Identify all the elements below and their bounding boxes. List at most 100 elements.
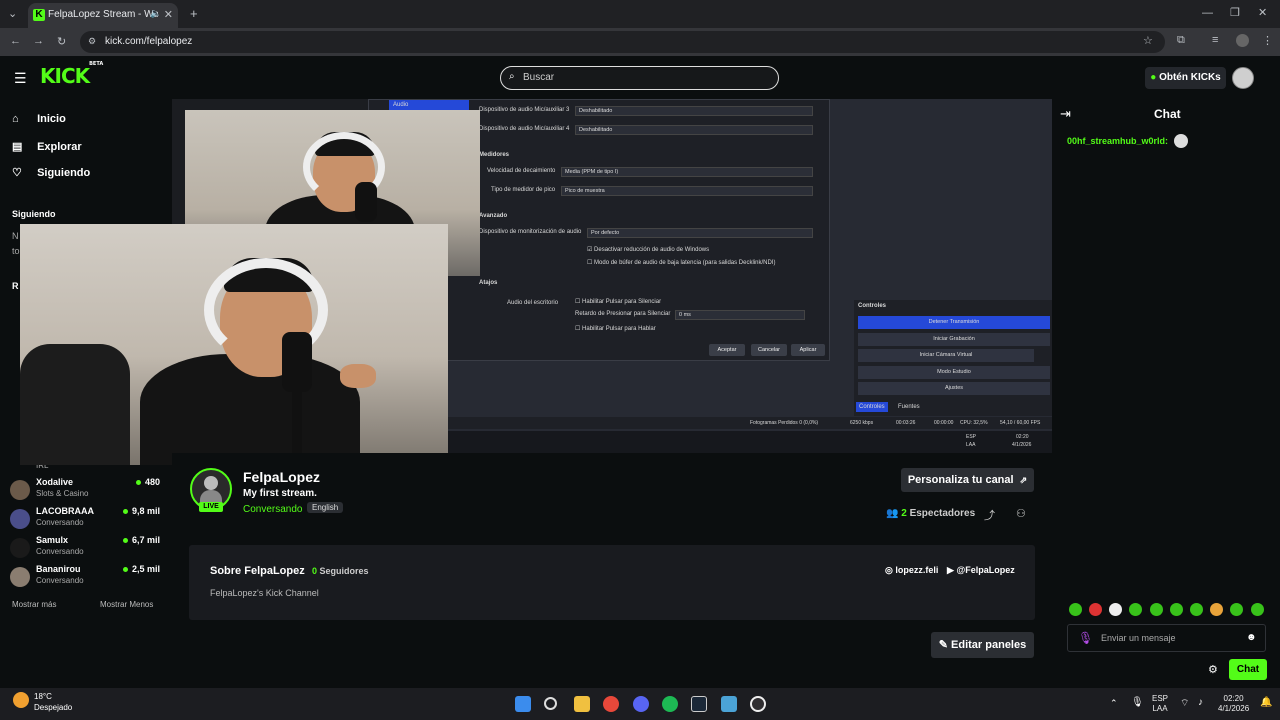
obs-text: ESP xyxy=(966,434,977,440)
youtube-link[interactable]: ▶ @FelpaLopez xyxy=(947,565,1015,576)
weather-icon[interactable] xyxy=(13,692,29,708)
language-tag[interactable]: English xyxy=(307,502,344,513)
chat-username[interactable]: 00hf_streamhub_w0rld: xyxy=(1067,136,1168,146)
gear-icon[interactable]: ⚙ xyxy=(1208,663,1218,676)
emote-icon[interactable] xyxy=(1089,603,1102,616)
minimize-icon[interactable]: — xyxy=(1202,7,1213,19)
obs-ok-button: Aceptar xyxy=(709,344,745,356)
obs-text: 54,10 / 60,00 FPS xyxy=(1000,420,1041,426)
discord-icon[interactable] xyxy=(633,696,649,712)
notification-icon[interactable]: 🔔 xyxy=(1260,697,1272,708)
star-icon[interactable]: ☆ xyxy=(1143,34,1153,47)
live-badge: LIVE xyxy=(199,502,223,512)
share-icon[interactable]: ⤴ xyxy=(984,507,995,523)
channel-description: FelpaLopez's Kick Channel xyxy=(210,588,319,598)
get-kicks-button[interactable]: ● Obtén KICKs xyxy=(1145,67,1226,89)
emoji-icon[interactable]: ☻ xyxy=(1246,632,1257,643)
obs-text: Audio del escritorio xyxy=(507,300,559,306)
emote-icon[interactable] xyxy=(1129,603,1142,616)
sidebar-item-inicio[interactable]: ⌂ Inicio xyxy=(12,113,66,125)
menu-icon[interactable]: ⋮ xyxy=(1262,34,1273,47)
search-placeholder: Buscar xyxy=(523,72,555,83)
extensions-icon[interactable]: ⧉ xyxy=(1177,34,1185,47)
wifi-icon[interactable]: ⌔ xyxy=(1180,697,1189,710)
obs-text: ☐ Habilitar Pulsar para Hablar xyxy=(575,326,656,332)
sidebar-channel[interactable]: Xodalive Slots & Casino 480 xyxy=(10,477,160,503)
hamburger-icon[interactable]: ☰ xyxy=(14,70,27,87)
emote-icon[interactable] xyxy=(1069,603,1082,616)
person-hand xyxy=(340,364,376,388)
emote-icon[interactable] xyxy=(1251,603,1264,616)
site-info-icon[interactable]: ⚙ xyxy=(88,36,96,47)
layout-text: LAA xyxy=(1152,704,1168,713)
user-avatar[interactable] xyxy=(1232,67,1254,89)
live-dot xyxy=(122,567,128,573)
maximize-icon[interactable]: ❐ xyxy=(1230,6,1240,19)
sidebar-channel[interactable]: Samulx Conversando 6,7 mil xyxy=(10,535,160,561)
profile-icon[interactable] xyxy=(1236,34,1249,47)
language-indicator[interactable]: ESP LAA xyxy=(1152,694,1168,714)
sidebar-item-siguiendo[interactable]: ♡ Siguiendo xyxy=(12,166,90,179)
kick-logo[interactable]: KICKBETA xyxy=(40,61,103,88)
channel-name[interactable]: FelpaLopez xyxy=(243,469,320,485)
collapse-chat-icon[interactable]: ⇥ xyxy=(1060,106,1071,122)
obs-text: Habilitar Pulsar para Silenciar xyxy=(582,299,662,305)
sidebar-channel[interactable]: LACOBRAAA Conversando 9,8 mil xyxy=(10,506,160,532)
search-input[interactable]: ⌕ Buscar xyxy=(500,66,779,90)
channel-avatar xyxy=(10,538,30,558)
windows-start-icon[interactable] xyxy=(515,696,531,712)
clock[interactable]: 02:20 4/1/2026 xyxy=(1218,694,1249,714)
emote-icon[interactable] xyxy=(1230,603,1243,616)
mute-tab-icon[interactable]: 🔈 xyxy=(150,8,161,19)
emote-icon[interactable] xyxy=(1150,603,1163,616)
back-icon[interactable]: ← xyxy=(10,35,21,47)
channel-category: Conversando xyxy=(36,576,84,585)
obs-select: Media (PPM de tipo I) xyxy=(561,167,813,177)
stream-category[interactable]: Conversando xyxy=(243,504,302,515)
url-field[interactable]: ⚙ kick.com/felpalopez xyxy=(80,31,1165,53)
volume-icon[interactable]: ♪ xyxy=(1198,697,1203,708)
obs-text: Dispositivo de audio Mic/auxiliar 3 xyxy=(479,107,570,113)
microphone-icon[interactable]: 🎙 xyxy=(1078,631,1093,645)
customize-channel-button[interactable]: Personaliza tu canal ⇗ xyxy=(901,468,1034,492)
chat-input[interactable]: 🎙 Enviar un mensaje ☻ xyxy=(1067,624,1266,652)
tray-chevron-icon[interactable]: ⌃ xyxy=(1110,698,1118,709)
reload-icon[interactable]: ↻ xyxy=(57,35,66,48)
user-settings-icon[interactable]: ⚇ xyxy=(1016,507,1026,520)
file-explorer-icon[interactable] xyxy=(574,696,590,712)
chevron-down-icon[interactable]: ⌄ xyxy=(8,7,17,20)
obs-cancel-button: Cancelar xyxy=(751,344,787,356)
media-icon[interactable]: ≡ xyxy=(1212,34,1218,46)
search-icon: ⌕ xyxy=(509,71,515,82)
obs-icon[interactable] xyxy=(750,696,766,712)
pencil-icon: ✎ xyxy=(938,639,948,651)
emote-icon[interactable] xyxy=(1109,603,1122,616)
microphone-icon[interactable]: 🎙 xyxy=(1131,697,1144,708)
emote-icon[interactable] xyxy=(1170,603,1183,616)
spotify-icon[interactable] xyxy=(662,696,678,712)
app-icon[interactable] xyxy=(721,696,737,712)
emote-icon[interactable] xyxy=(1210,603,1223,616)
forward-icon[interactable]: → xyxy=(33,35,44,47)
new-tab-icon[interactable]: + xyxy=(190,6,198,21)
steam-icon[interactable] xyxy=(691,696,707,712)
close-window-icon[interactable]: ✕ xyxy=(1258,6,1267,19)
obs-select: Deshabilitado xyxy=(575,125,813,135)
channel-avatar xyxy=(10,480,30,500)
obs-status-bar: Fotogramas Perdidos 0 (0,0%) 6250 kbps 0… xyxy=(448,417,1052,429)
obs-text: 6250 kbps xyxy=(850,420,874,426)
show-more-link[interactable]: Mostrar más xyxy=(12,600,56,609)
emote-icon[interactable] xyxy=(1190,603,1203,616)
close-tab-icon[interactable]: ✕ xyxy=(164,8,173,21)
sidebar-item-explorar[interactable]: ▤ Explorar xyxy=(12,140,82,153)
chrome-icon[interactable] xyxy=(603,696,619,712)
send-chat-button[interactable]: Chat xyxy=(1229,659,1267,680)
instagram-link[interactable]: ◎ lopezz.feli xyxy=(885,565,938,576)
channel-name: Xodalive xyxy=(36,477,74,487)
edit-panels-button[interactable]: ✎ Editar paneles xyxy=(931,632,1034,658)
search-icon[interactable] xyxy=(544,697,557,710)
sidebar-channel[interactable]: Bananirou Conversando 2,5 mil xyxy=(10,564,160,590)
show-less-link[interactable]: Mostrar Menos xyxy=(100,600,153,609)
logo-text: KICK xyxy=(40,64,90,88)
obs-text: Dispositivo de monitorización de audio xyxy=(479,229,582,235)
